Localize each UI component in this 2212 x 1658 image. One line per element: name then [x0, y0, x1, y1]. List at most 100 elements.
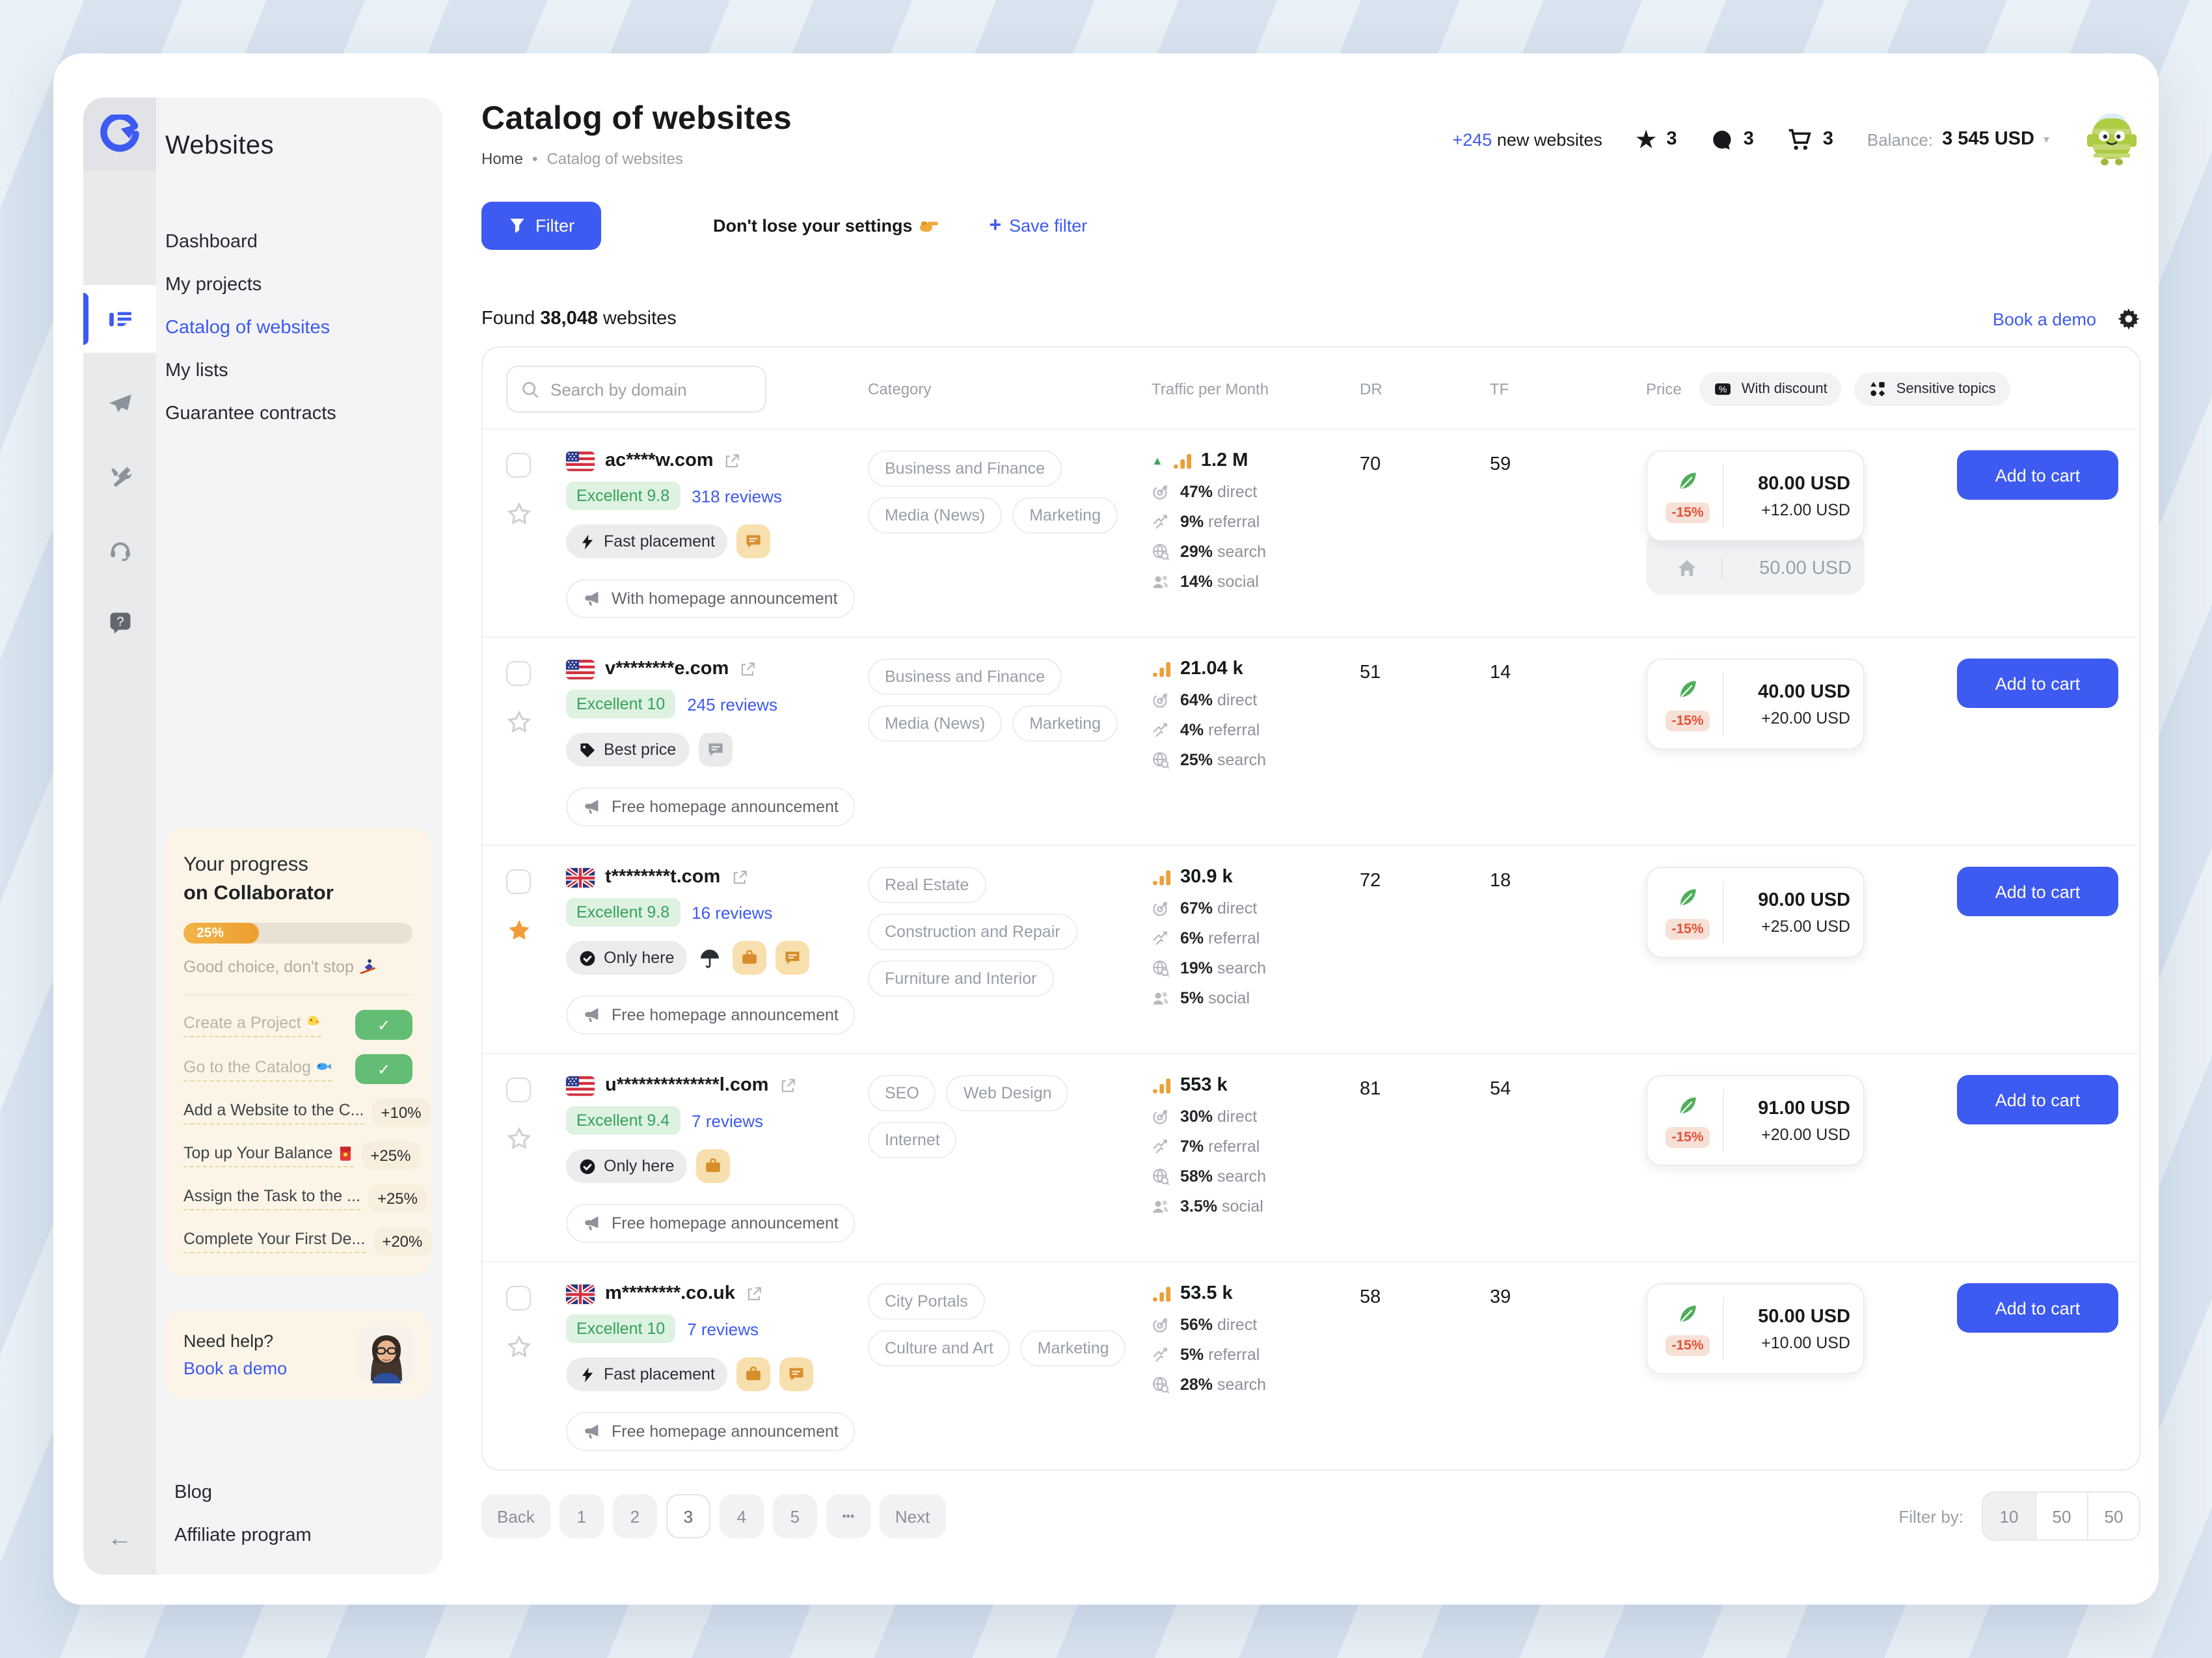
rail-item-tools[interactable] [98, 454, 142, 498]
help-title: Need help? [183, 1331, 287, 1351]
traffic-referral: 5% referral [1152, 1346, 1360, 1364]
category-chip: Construction and Repair [868, 914, 1077, 950]
add-to-cart-button[interactable]: Add to cart [1957, 867, 2118, 916]
brand-logo[interactable] [83, 98, 156, 170]
external-link-icon[interactable] [724, 452, 741, 469]
page-size-10-option[interactable]: 10 [1983, 1493, 2035, 1540]
book-demo-link-top[interactable]: Book a demo [1993, 309, 2096, 329]
reviews-link[interactable]: 7 reviews [692, 1111, 763, 1130]
toggle-sensitive-topics[interactable]: Sensitive topics [1855, 372, 2010, 406]
page-size-50-option[interactable]: 50 [2087, 1493, 2139, 1540]
pagination-back[interactable]: Back [481, 1494, 550, 1538]
pagination-page-4[interactable]: 4 [720, 1494, 764, 1538]
sidebar-item-dashboard[interactable]: Dashboard [165, 229, 432, 256]
favorite-star-icon[interactable] [506, 1126, 532, 1152]
rail-item-support[interactable] [98, 527, 142, 571]
external-link-icon[interactable] [739, 660, 756, 677]
bars-icon [1152, 1283, 1172, 1304]
domain-name[interactable]: m********.co.uk [605, 1283, 735, 1304]
row-checkbox[interactable] [506, 661, 531, 686]
country-flag-us [566, 1076, 595, 1095]
favorite-star-icon[interactable] [506, 917, 532, 944]
pagination-page-2[interactable]: 2 [613, 1494, 657, 1538]
reviews-link[interactable]: 7 reviews [687, 1319, 759, 1339]
announcement-chip: Free homepage announcement [566, 1204, 856, 1243]
pagination-page-3[interactable]: 3 [666, 1494, 710, 1538]
pagination-page-5[interactable]: 5 [773, 1494, 817, 1538]
user-avatar[interactable] [2083, 111, 2140, 168]
progress-task[interactable]: Top up Your Balance+25% [183, 1141, 412, 1170]
row-checkbox[interactable] [506, 1078, 531, 1102]
progress-task[interactable]: Create a Project✓ [183, 1010, 412, 1040]
row-checkbox[interactable] [506, 1286, 531, 1311]
add-to-cart-button[interactable]: Add to cart [1957, 450, 2118, 500]
dr-value: 70 [1360, 450, 1490, 618]
external-link-icon[interactable] [779, 1077, 796, 1094]
breadcrumb-home[interactable]: Home [481, 150, 523, 168]
pagination-ellipsis[interactable]: ••• [826, 1494, 870, 1538]
progress-task[interactable]: Assign the Task to the ...+25% [183, 1184, 412, 1213]
cart-stat[interactable]: 3 [1788, 128, 1833, 150]
favorite-star-icon[interactable] [506, 1334, 532, 1360]
referral-icon [1152, 721, 1170, 739]
footer-link-affiliate-program[interactable]: Affiliate program [174, 1525, 432, 1546]
pagination-next[interactable]: Next [880, 1494, 945, 1538]
search-input[interactable] [550, 379, 752, 399]
toggle-with-discount[interactable]: %With discount [1700, 372, 1842, 406]
domain-name[interactable]: t********t.com [605, 867, 720, 888]
results-summary: Found38,048websites Book a demo [481, 307, 2140, 331]
favorite-star-icon[interactable] [506, 709, 532, 735]
filter-button[interactable]: Filter [481, 202, 601, 250]
traffic-search: 28% search [1152, 1376, 1360, 1394]
price-card: -15%91.00 USD+20.00 USD [1646, 1075, 1865, 1166]
discount-badge: -15% [1665, 710, 1710, 731]
referral-icon [1152, 1346, 1170, 1364]
external-link-icon[interactable] [731, 869, 748, 886]
external-link-icon[interactable] [746, 1285, 762, 1302]
page-size-50-option[interactable]: 50 [2035, 1493, 2087, 1540]
progress-task[interactable]: Complete Your First De...+20% [183, 1227, 412, 1256]
traffic-search: 29% search [1152, 543, 1360, 561]
reviews-link[interactable]: 318 reviews [692, 486, 782, 506]
favorites-stat[interactable]: ★3 [1636, 128, 1677, 150]
collapse-sidebar-button[interactable]: ← [107, 1525, 132, 1554]
rail-item-help[interactable]: ? [98, 600, 142, 644]
progress-task[interactable]: Go to the Catalog✓ [183, 1054, 412, 1084]
traffic-total: 21.04 k [1180, 659, 1243, 679]
websites-table: Category Traffic per Month DR TF Price %… [481, 346, 2140, 1471]
sidebar-item-my-lists[interactable]: My lists [165, 358, 432, 385]
add-to-cart-button[interactable]: Add to cart [1957, 1075, 2118, 1124]
task-bonus-badge: +25% [368, 1184, 427, 1213]
reviews-link[interactable]: 16 reviews [692, 903, 772, 922]
cart-icon [1788, 128, 1813, 150]
footer-link-blog[interactable]: Blog [174, 1482, 432, 1503]
add-to-cart-button[interactable]: Add to cart [1957, 659, 2118, 708]
messages-stat[interactable]: 3 [1711, 128, 1754, 150]
rail-item-paper-plane[interactable] [98, 381, 142, 426]
row-checkbox[interactable] [506, 453, 531, 478]
reviews-link[interactable]: 245 reviews [687, 694, 777, 714]
book-demo-link[interactable]: Book a demo [183, 1359, 287, 1378]
save-filter-link[interactable]: +Save filter [989, 214, 1087, 238]
category-chip: Marketing [1012, 705, 1118, 742]
sidebar-item-catalog-of-websites[interactable]: Catalog of websites [165, 315, 432, 342]
gear-icon[interactable] [2117, 307, 2140, 331]
row-checkbox[interactable] [506, 869, 531, 894]
pagination-page-1[interactable]: 1 [560, 1494, 604, 1538]
domain-name[interactable]: v********e.com [605, 659, 729, 679]
sidebar-item-my-projects[interactable]: My projects [165, 272, 432, 299]
domain-name[interactable]: ac****w.com [605, 450, 714, 471]
add-to-cart-button[interactable]: Add to cart [1957, 1283, 2118, 1333]
favorite-star-icon[interactable] [506, 501, 532, 527]
balance-widget[interactable]: Balance: 3 545 USD ▾ [1867, 129, 2049, 150]
progress-task[interactable]: Add a Website to the C...+10% [183, 1098, 412, 1127]
referral-icon [1152, 1137, 1170, 1156]
domain-name[interactable]: u**************l.com [605, 1075, 768, 1096]
plus-icon: + [989, 214, 1001, 238]
svg-text:%: % [1719, 384, 1727, 394]
new-websites-counter[interactable]: +245 new websites [1452, 129, 1602, 149]
search-icon [520, 379, 540, 399]
traffic-direct: 67% direct [1152, 899, 1360, 917]
rail-item-documents[interactable] [83, 285, 156, 353]
sidebar-item-guarantee-contracts[interactable]: Guarantee contracts [165, 401, 432, 428]
